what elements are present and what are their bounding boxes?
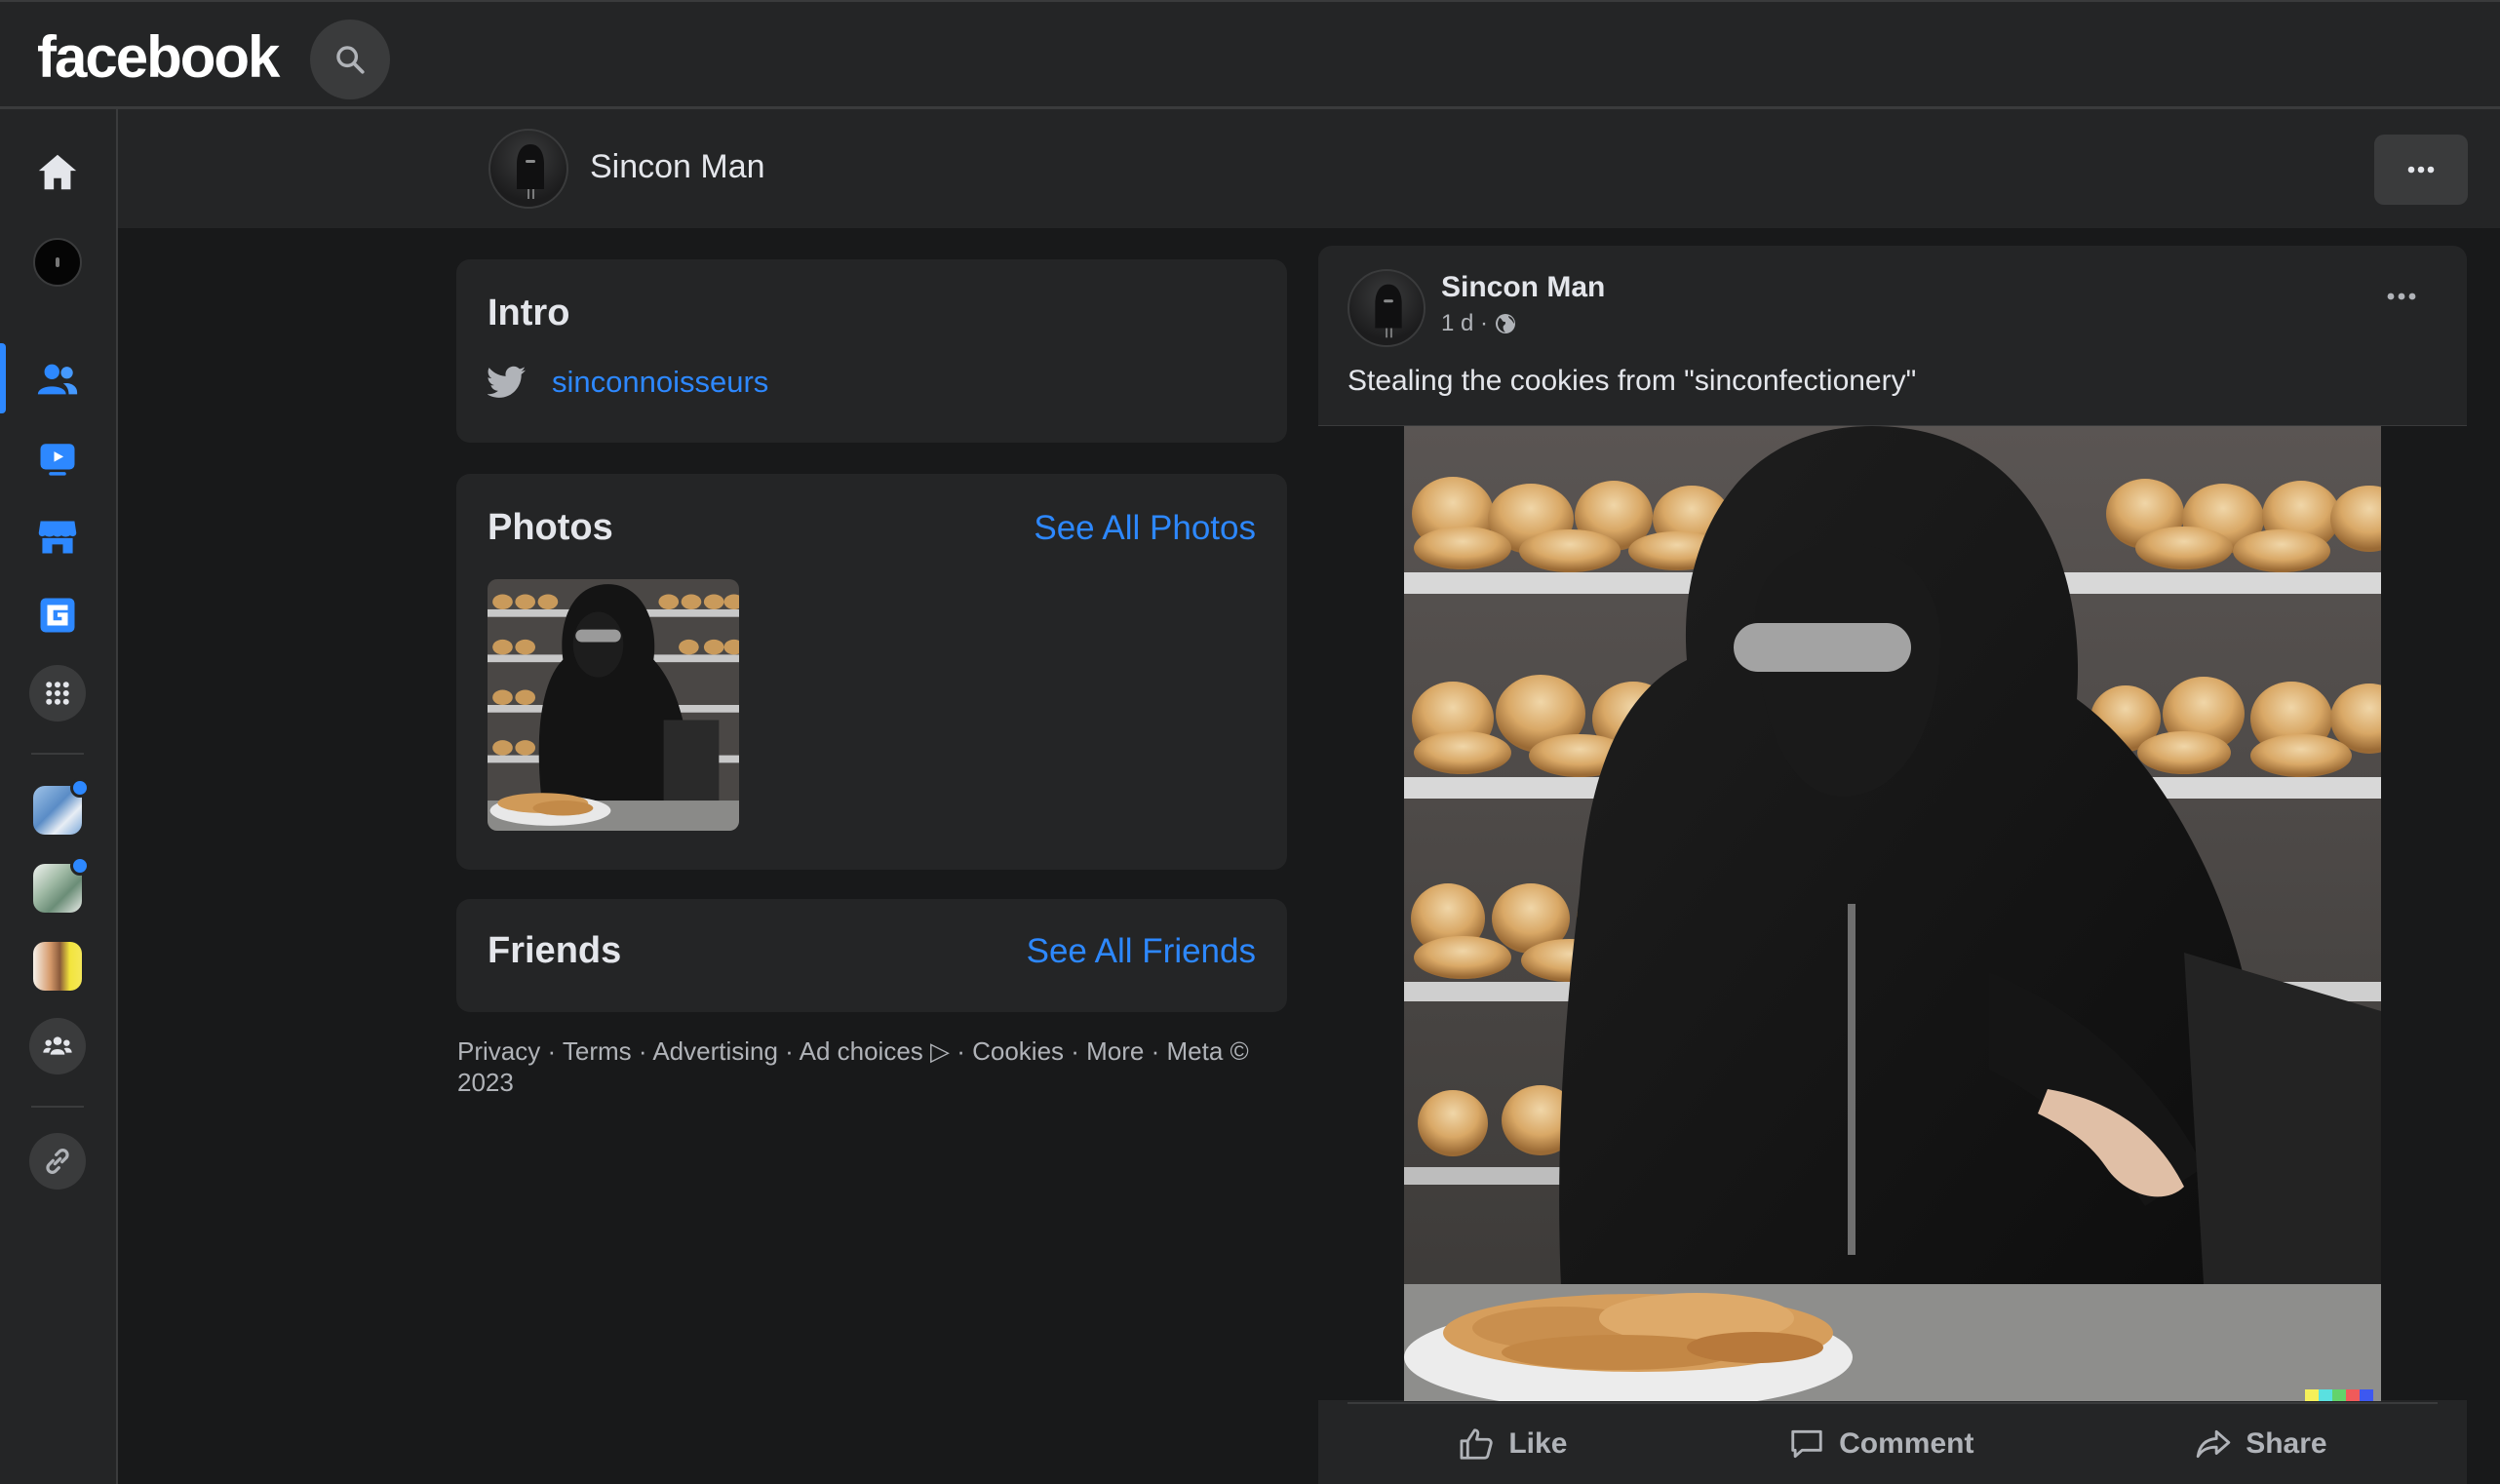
nav-friends[interactable] bbox=[29, 351, 86, 408]
comment-button[interactable]: Comment bbox=[1788, 1425, 1973, 1463]
twitter-link[interactable]: sinconnoisseurs bbox=[552, 365, 768, 400]
gaming-icon bbox=[40, 598, 75, 633]
thumbs-up-icon bbox=[1460, 1428, 1494, 1460]
profile-header-bar: Sincon Man bbox=[118, 109, 2500, 228]
post-image-area bbox=[1318, 425, 2467, 1401]
see-all-friends-link[interactable]: See All Friends bbox=[1027, 932, 1256, 971]
post-author-avatar[interactable] bbox=[1348, 269, 1426, 347]
notification-dot bbox=[70, 778, 90, 798]
avatar bbox=[33, 238, 82, 287]
globe-icon bbox=[1496, 314, 1516, 333]
profile-name: Sincon Man bbox=[590, 148, 765, 185]
photos-title: Photos bbox=[488, 507, 613, 548]
link-icon bbox=[29, 1133, 86, 1190]
nav-shortcut-3[interactable] bbox=[29, 938, 86, 995]
intro-title: Intro bbox=[488, 293, 570, 333]
search-icon bbox=[336, 46, 365, 74]
intro-card: Intro sinconnoisseurs bbox=[456, 259, 1287, 443]
photos-card: Photos See All Photos bbox=[456, 474, 1287, 870]
post-text: Stealing the cookies from "sinconfection… bbox=[1348, 365, 1917, 397]
nav-gaming[interactable] bbox=[29, 587, 86, 644]
share-button[interactable]: Share bbox=[2195, 1425, 2327, 1463]
watch-icon bbox=[40, 444, 75, 476]
post-more-button[interactable] bbox=[2377, 277, 2426, 316]
friends-icon bbox=[37, 364, 78, 395]
notification-dot bbox=[70, 856, 90, 876]
nav-shortcut-2[interactable] bbox=[29, 856, 90, 917]
marketplace-icon bbox=[38, 521, 77, 554]
nav-profile-avatar[interactable] bbox=[29, 234, 86, 291]
comment-icon bbox=[1791, 1429, 1822, 1459]
more-horizontal-icon bbox=[2407, 166, 2435, 174]
like-button[interactable]: Like bbox=[1458, 1425, 1567, 1463]
nav-menu[interactable] bbox=[29, 665, 86, 722]
shortcut-thumbnail bbox=[33, 856, 90, 913]
post-author-name[interactable]: Sincon Man bbox=[1441, 271, 1605, 304]
post-image[interactable] bbox=[1404, 426, 2381, 1401]
nav-shortcut-1[interactable] bbox=[29, 778, 90, 839]
nav-link[interactable] bbox=[29, 1133, 86, 1190]
active-indicator bbox=[0, 343, 6, 413]
shortcut-thumbnail bbox=[33, 778, 90, 835]
see-all-photos-link[interactable]: See All Photos bbox=[1034, 509, 1256, 548]
friends-card: Friends See All Friends bbox=[456, 899, 1287, 1012]
share-label: Share bbox=[2246, 1427, 2327, 1460]
post-card: Sincon Man 1 d · Stealing the cookies fr… bbox=[1318, 246, 2467, 1484]
nav-watch[interactable] bbox=[29, 431, 86, 488]
top-navigation-bar: facebook bbox=[0, 0, 2500, 109]
twitter-row: sinconnoisseurs bbox=[488, 365, 768, 400]
comment-label: Comment bbox=[1839, 1427, 1974, 1460]
share-icon bbox=[2196, 1429, 2231, 1459]
more-horizontal-icon bbox=[2387, 293, 2416, 300]
post-timestamp[interactable]: 1 d · bbox=[1441, 310, 1488, 337]
nav-groups[interactable] bbox=[29, 1018, 86, 1074]
friends-title: Friends bbox=[488, 930, 622, 971]
profile-more-button[interactable] bbox=[2374, 135, 2468, 205]
photo-thumbnail[interactable] bbox=[488, 579, 739, 831]
post-actions: Like Comment Share bbox=[1348, 1402, 2438, 1484]
footer-links[interactable]: Privacy · Terms · Advertising · Ad choic… bbox=[457, 1035, 1292, 1098]
left-navigation-rail bbox=[0, 109, 118, 1484]
post-meta: 1 d · bbox=[1441, 310, 1517, 337]
home-icon bbox=[38, 154, 77, 190]
profile-avatar[interactable] bbox=[488, 129, 568, 209]
search-button[interactable] bbox=[310, 20, 390, 99]
facebook-logo[interactable]: facebook bbox=[37, 23, 280, 91]
nav-marketplace[interactable] bbox=[29, 509, 86, 566]
shortcut-thumbnail bbox=[33, 942, 82, 991]
rail-divider bbox=[31, 1106, 84, 1108]
rail-divider bbox=[31, 753, 84, 755]
grid-menu-icon bbox=[29, 665, 86, 722]
nav-home[interactable] bbox=[29, 144, 86, 201]
groups-icon bbox=[29, 1018, 86, 1074]
twitter-icon bbox=[488, 366, 527, 398]
like-label: Like bbox=[1508, 1427, 1568, 1460]
